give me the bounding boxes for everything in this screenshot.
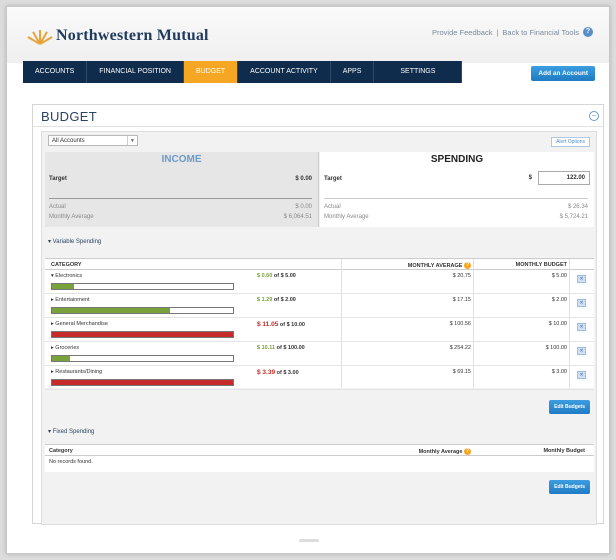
tab-accounts[interactable]: ACCOUNTS bbox=[23, 61, 88, 83]
spending-summary: SPENDING Target $ 122.00 Actual $ 26.34 M… bbox=[320, 152, 594, 227]
tab-settings[interactable]: SETTINGS bbox=[374, 61, 463, 83]
remove-icon[interactable]: ✕ bbox=[577, 275, 586, 283]
category-progress-bar bbox=[51, 331, 234, 338]
link-separator: | bbox=[496, 27, 499, 37]
category-monthly-average: $ 20.75 bbox=[452, 273, 471, 279]
category-name[interactable]: ▸ Restaurants/Dining bbox=[51, 369, 102, 375]
add-account-button[interactable]: Add an Account bbox=[531, 66, 595, 81]
category-progress-bar bbox=[51, 283, 234, 290]
income-avg-label: Monthly Average bbox=[49, 214, 94, 220]
fixed-table-header: Category Monthly Average ? Monthly Budge… bbox=[45, 445, 594, 456]
income-target-label: Target bbox=[49, 176, 67, 182]
category-monthly-budget: $ 2.00 bbox=[551, 297, 567, 303]
tab-budget[interactable]: BUDGET bbox=[183, 61, 239, 83]
category-monthly-average: $ 100.56 bbox=[449, 321, 471, 327]
fixed-col-category: Category bbox=[49, 448, 73, 454]
panel-header: BUDGET − bbox=[33, 105, 603, 127]
table-row[interactable]: ▸ Restaurants/Dining $ 3.39 of $ 3.00 $ 69… bbox=[45, 366, 594, 390]
table-row[interactable]: ▾ Electronics $ 0.60 of $ 5.00 $ 20.75 $ 5.… bbox=[45, 270, 594, 294]
income-header: INCOME bbox=[161, 154, 202, 165]
main-nav: ACCOUNTS FINANCIAL POSITION BUDGET ACCOU… bbox=[23, 61, 463, 83]
category-monthly-average: $ 17.15 bbox=[452, 297, 471, 303]
spending-avg-value: $ 5,724.21 bbox=[559, 214, 588, 220]
account-select[interactable]: All Accounts ▼ bbox=[48, 135, 138, 146]
chevron-down-icon: ▼ bbox=[127, 136, 137, 145]
category-name[interactable]: ▸ Entertainment bbox=[51, 297, 90, 303]
col-monthly-budget: MONTHLY BUDGET bbox=[515, 262, 567, 268]
category-progress-text: $ 3.39 of $ 3.00 bbox=[257, 369, 299, 376]
table-row[interactable]: ▸ Entertainment $ 1.29 of $ 2.00 $ 17.15 $ … bbox=[45, 294, 594, 318]
remove-icon[interactable]: ✕ bbox=[577, 299, 586, 307]
spending-header: SPENDING bbox=[430, 154, 484, 165]
header: Northwestern Mutual Provide Feedback | B… bbox=[7, 7, 609, 83]
category-name[interactable]: ▸ Groceries bbox=[51, 345, 79, 351]
col-monthly-average: MONTHLY AVERAGE ? bbox=[407, 262, 471, 269]
empty-state-text: No records found. bbox=[49, 459, 93, 465]
collapse-icon[interactable]: − bbox=[589, 111, 599, 121]
tab-apps[interactable]: APPS bbox=[331, 61, 375, 83]
category-progress-bar bbox=[51, 307, 234, 314]
budget-panel: BUDGET − All Accounts ▼ Alert Options INC… bbox=[32, 104, 604, 525]
budget-body: All Accounts ▼ Alert Options INCOME Targe… bbox=[41, 131, 597, 525]
category-progress-text: $ 11.05 of $ 10.00 bbox=[257, 321, 305, 328]
category-progress-text: $ 10.11 of $ 100.00 bbox=[257, 345, 305, 351]
income-actual-label: Actual bbox=[49, 204, 66, 210]
resize-handle[interactable] bbox=[299, 539, 319, 542]
alert-options-button[interactable]: Alert Options bbox=[551, 137, 590, 147]
income-target-value: $ 0.00 bbox=[295, 176, 312, 182]
spending-dollar-sign: $ bbox=[528, 175, 532, 181]
app-window: Northwestern Mutual Provide Feedback | B… bbox=[6, 6, 610, 554]
top-links: Provide Feedback | Back to Financial Too… bbox=[432, 27, 593, 37]
variable-spending-table: CATEGORY MONTHLY AVERAGE ? MONTHLY BUDGE… bbox=[45, 258, 594, 390]
table-row[interactable]: ▸ General Merchandise $ 11.05 of $ 10.00 $… bbox=[45, 318, 594, 342]
remove-icon[interactable]: ✕ bbox=[577, 323, 586, 331]
tab-account-activity[interactable]: ACCOUNT ACTIVITY bbox=[238, 61, 331, 83]
remove-icon[interactable]: ✕ bbox=[577, 371, 586, 379]
variable-spending-toggle[interactable]: ▾ Variable Spending bbox=[48, 238, 101, 245]
fixed-spending-toggle[interactable]: ▾ Fixed Spending bbox=[48, 428, 94, 435]
account-select-value: All Accounts bbox=[52, 138, 85, 144]
edit-budgets-button[interactable]: Edit Budgets bbox=[549, 400, 590, 414]
col-category: CATEGORY bbox=[51, 262, 82, 268]
category-monthly-average: $ 69.15 bbox=[452, 369, 471, 375]
income-summary: INCOME Target $ 0.00 Actual $ 0.00 Monthly… bbox=[45, 152, 319, 227]
tab-financial-position[interactable]: FINANCIAL POSITION bbox=[87, 61, 184, 83]
spending-target-input[interactable]: 122.00 bbox=[538, 171, 590, 185]
category-monthly-budget: $ 10.00 bbox=[548, 321, 567, 327]
help-icon[interactable]: ? bbox=[583, 27, 593, 37]
panel-title: BUDGET bbox=[41, 109, 97, 124]
back-to-tools-link[interactable]: Back to Financial Tools bbox=[502, 28, 579, 37]
income-avg-value: $ 6,064.51 bbox=[283, 214, 312, 220]
info-icon[interactable]: ? bbox=[464, 448, 471, 455]
category-monthly-budget: $ 5.00 bbox=[551, 273, 567, 279]
income-actual-value: $ 0.00 bbox=[295, 204, 312, 210]
category-monthly-budget: $ 100.00 bbox=[545, 345, 567, 351]
fixed-col-monthly-budget: Monthly Budget bbox=[543, 448, 585, 454]
remove-icon[interactable]: ✕ bbox=[577, 347, 586, 355]
fixed-col-monthly-average: Monthly Average ? bbox=[418, 448, 471, 455]
spending-actual-label: Actual bbox=[324, 204, 341, 210]
table-header: CATEGORY MONTHLY AVERAGE ? MONTHLY BUDGE… bbox=[45, 259, 594, 270]
category-monthly-budget: $ 3.00 bbox=[551, 369, 567, 375]
spending-avg-label: Monthly Average bbox=[324, 214, 369, 220]
category-progress-bar bbox=[51, 355, 234, 362]
info-icon[interactable]: ? bbox=[464, 262, 471, 269]
star-logo-icon bbox=[27, 28, 53, 45]
category-progress-bar bbox=[51, 379, 234, 386]
category-progress-text: $ 0.60 of $ 5.00 bbox=[257, 273, 296, 279]
edit-fixed-budgets-button[interactable]: Edit Budgets bbox=[549, 480, 590, 494]
category-monthly-average: $ 254.22 bbox=[449, 345, 471, 351]
brand-name: Northwestern Mutual bbox=[56, 27, 209, 44]
provide-feedback-link[interactable]: Provide Feedback bbox=[432, 28, 492, 37]
category-name[interactable]: ▾ Electronics bbox=[51, 273, 82, 279]
spending-target-label: Target bbox=[324, 176, 342, 182]
fixed-spending-table: Category Monthly Average ? Monthly Budge… bbox=[45, 444, 594, 472]
spending-actual-value: $ 26.34 bbox=[567, 204, 588, 210]
category-progress-text: $ 1.29 of $ 2.00 bbox=[257, 297, 296, 303]
logo[interactable]: Northwestern Mutual bbox=[27, 27, 209, 45]
category-name[interactable]: ▸ General Merchandise bbox=[51, 321, 108, 327]
table-row[interactable]: ▸ Groceries $ 10.11 of $ 100.00 $ 254.22 $ … bbox=[45, 342, 594, 366]
